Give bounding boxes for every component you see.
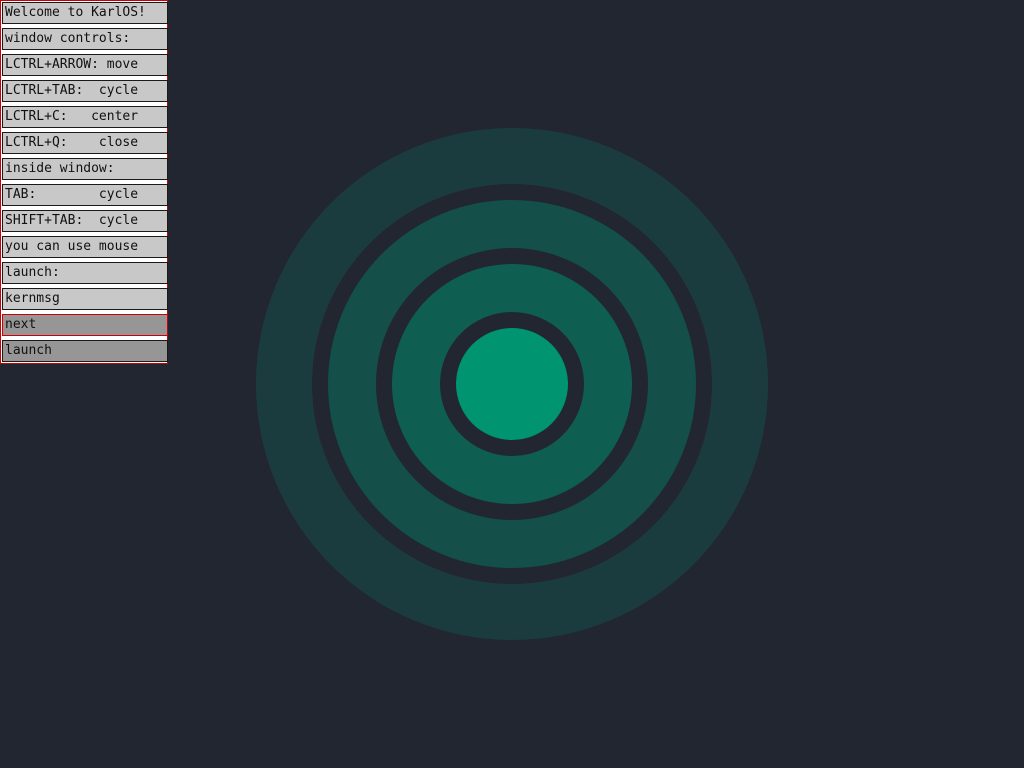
hint-shift-tab-cycle: SHIFT+TAB: cycle	[2, 210, 168, 232]
hint-mouse: you can use mouse	[2, 236, 168, 258]
wallpaper-core	[456, 328, 568, 440]
welcome-window[interactable]: Welcome to KarlOS! window controls: LCTR…	[0, 0, 168, 364]
hint-move: LCTRL+ARROW: move	[2, 54, 168, 76]
window-controls-heading: window controls:	[2, 28, 168, 50]
hint-cycle-windows: LCTRL+TAB: cycle	[2, 80, 168, 102]
hint-tab-cycle: TAB: cycle	[2, 184, 168, 206]
hint-close: LCTRL+Q: close	[2, 132, 168, 154]
inside-window-heading: inside window:	[2, 158, 168, 180]
program-name-field[interactable]: kernmsg	[2, 288, 168, 310]
welcome-title: Welcome to KarlOS!	[2, 2, 168, 24]
launch-heading: launch:	[2, 262, 168, 284]
hint-center: LCTRL+C: center	[2, 106, 168, 128]
launch-button[interactable]: launch	[2, 340, 168, 362]
next-button[interactable]: next	[2, 314, 168, 336]
desktop: Welcome to KarlOS! window controls: LCTR…	[0, 0, 1024, 768]
